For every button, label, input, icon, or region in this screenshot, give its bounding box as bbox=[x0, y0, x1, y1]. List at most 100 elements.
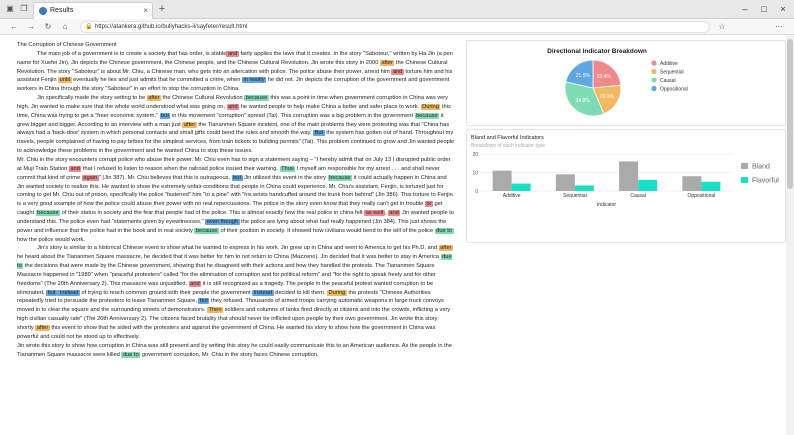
back-button[interactable]: ← bbox=[8, 21, 20, 33]
tab-title: Results bbox=[50, 7, 74, 14]
indicator-highlight: until bbox=[58, 77, 72, 84]
indicator-highlight: after bbox=[146, 95, 162, 102]
legend-label-bland: Bland bbox=[752, 164, 770, 171]
bar-flavorful-oppositional[interactable] bbox=[701, 181, 721, 191]
indicator-highlight: because bbox=[327, 174, 353, 181]
indicator-highlight: as well bbox=[364, 210, 385, 217]
indicator-highlight: after bbox=[379, 59, 395, 66]
refresh-button[interactable]: ↻ bbox=[42, 21, 54, 33]
legend-swatch bbox=[651, 85, 657, 92]
indicator-highlight: but bbox=[46, 289, 58, 296]
legend-swatch bbox=[741, 163, 748, 169]
x-tick-label: Oppositional bbox=[687, 193, 715, 199]
bar-bland-causal[interactable] bbox=[619, 161, 639, 191]
bar-chart: Bland and Flavorful Indicators Breakdown … bbox=[471, 135, 779, 208]
article-text: of trying to reach common ground with th… bbox=[79, 289, 253, 296]
indicator-highlight: because bbox=[244, 95, 269, 102]
browser-window: ▣ ❐ Results × + – □ × ← → ↻ ⌂ 🔒 https://… bbox=[0, 0, 794, 435]
bar-flavorful-additive[interactable] bbox=[511, 183, 531, 191]
pie-chart: Directional Indicator Breakdown 23.4% 20.3… bbox=[547, 48, 688, 117]
x-axis-label: Indicator bbox=[597, 202, 617, 208]
maximize-button[interactable]: □ bbox=[757, 2, 771, 16]
minimize-button[interactable]: – bbox=[738, 2, 752, 16]
pie-chart-card: Directional Indicator Breakdown 23.4% 20.3… bbox=[466, 40, 786, 126]
address-bar[interactable]: 🔒 https://atankera.github.io/bullyhacks-… bbox=[80, 21, 710, 33]
indicator-highlight: and bbox=[226, 103, 240, 110]
indicator-highlight: again bbox=[81, 174, 99, 181]
bar-flavorful-causal[interactable] bbox=[638, 179, 658, 191]
article-text: he wanted people to help make China a be… bbox=[239, 103, 421, 110]
bar-flavorful-sequential[interactable] bbox=[574, 185, 594, 191]
tab-close-icon[interactable]: × bbox=[143, 3, 148, 19]
bar-chart-title: Bland and Flavorful Indicators bbox=[471, 135, 544, 141]
x-tick-label: Causal bbox=[630, 193, 646, 199]
article-text: he heard about the Tiananmen Square mass… bbox=[17, 254, 441, 261]
pie-slice-label: 21.5% bbox=[576, 73, 591, 79]
indicator-highlight: because bbox=[35, 210, 61, 217]
url-text: https://atankera.github.io/bullyhacks-ii… bbox=[95, 24, 248, 30]
indicator-highlight: instead bbox=[57, 289, 80, 296]
indicator-highlight: But bbox=[313, 130, 325, 137]
indicator-highlight: but bbox=[198, 298, 210, 305]
indicator-highlight: because bbox=[194, 227, 219, 234]
article-text: Jin utilized this event in the story bbox=[242, 174, 328, 181]
indicator-highlight: but bbox=[159, 112, 171, 119]
article-text: the Chinese Cultural Revolution bbox=[161, 95, 245, 102]
indicator-highlight: and bbox=[188, 280, 202, 287]
browser-menu-icon[interactable]: ⋯ bbox=[773, 21, 785, 33]
close-window-button[interactable]: × bbox=[776, 2, 790, 16]
legend-label-flavorful: Flavorful bbox=[752, 178, 779, 185]
article: The Corruption of Chinese Government The… bbox=[17, 41, 455, 435]
tab-strip-icon[interactable]: ❐ bbox=[18, 3, 30, 15]
indicator-highlight: and bbox=[68, 165, 82, 172]
tab-results[interactable]: Results × bbox=[33, 2, 153, 19]
y-tick-label: 0 bbox=[475, 189, 478, 195]
page-content: The Corruption of Chinese Government The… bbox=[0, 35, 794, 435]
navigation-bar: ← → ↻ ⌂ 🔒 https://atankera.github.io/bul… bbox=[0, 19, 794, 35]
article-title: The Corruption of Chinese Government bbox=[17, 42, 117, 48]
scrollbar-thumb[interactable] bbox=[787, 39, 793, 189]
y-tick-label: 10 bbox=[472, 170, 478, 176]
legend-label-oppositional: Oppositional bbox=[660, 87, 688, 93]
article-paragraph: Jin wrote this story to show how corrupt… bbox=[17, 342, 455, 360]
new-tab-button[interactable]: + bbox=[156, 3, 168, 15]
legend-swatch bbox=[651, 77, 657, 83]
article-paragraph: Mr. Chiu in the story encounters corrupt… bbox=[17, 156, 455, 244]
article-text: how the police would work. bbox=[17, 236, 85, 243]
vertical-scrollbar[interactable] bbox=[786, 35, 794, 435]
indicator-highlight: instead bbox=[252, 289, 274, 296]
forward-button[interactable]: → bbox=[25, 21, 37, 33]
indicator-highlight: During bbox=[327, 289, 347, 296]
indicator-highlight: even though bbox=[205, 218, 240, 225]
bar-bland-oppositional[interactable] bbox=[682, 176, 702, 191]
indicator-highlight: but bbox=[231, 174, 243, 181]
legend-label-sequential: Sequential bbox=[660, 70, 684, 76]
article-text: this event to show that he sided with th… bbox=[17, 325, 436, 340]
article-text: Jin's story is similar to a historical C… bbox=[37, 245, 439, 252]
article-text: The main job of a government is to creat… bbox=[37, 50, 227, 57]
article-text: of their status in society and the fear … bbox=[60, 210, 365, 217]
indicator-highlight: because bbox=[414, 112, 440, 119]
article-text: " (Jin 387). Mr. Chiu believes that this… bbox=[98, 174, 232, 181]
bar-bland-sequential[interactable] bbox=[555, 174, 575, 191]
indicator-highlight: after bbox=[182, 121, 197, 128]
pie-slice-label: 20.3% bbox=[600, 94, 615, 100]
indicator-highlight: due to bbox=[121, 351, 141, 358]
indicator-highlight: During bbox=[420, 103, 441, 110]
article-text: decided to kill them. bbox=[273, 289, 328, 296]
tab-actions-icon[interactable]: ▣ bbox=[4, 3, 16, 15]
indicator-highlight: after bbox=[35, 325, 50, 331]
article-text: Jin specifically made the story setting … bbox=[37, 95, 147, 102]
article-body: The main job of a government is to creat… bbox=[17, 50, 455, 360]
indicator-highlight: due to bbox=[434, 227, 454, 234]
indicator-highlight: and bbox=[391, 68, 404, 75]
article-text: eventually he lies and just admits that … bbox=[71, 77, 242, 84]
article-text: government corruption, Mr. Chiu in the s… bbox=[140, 351, 319, 358]
lock-icon: 🔒 bbox=[85, 24, 93, 30]
favorite-star-icon[interactable]: ☆ bbox=[716, 21, 728, 33]
indicator-highlight: and bbox=[387, 210, 401, 217]
indicator-highlight: after bbox=[438, 245, 454, 252]
bar-bland-additive[interactable] bbox=[492, 170, 512, 191]
home-button[interactable]: ⌂ bbox=[59, 21, 71, 33]
article-paragraph: Jin specifically made the story setting … bbox=[17, 94, 455, 156]
